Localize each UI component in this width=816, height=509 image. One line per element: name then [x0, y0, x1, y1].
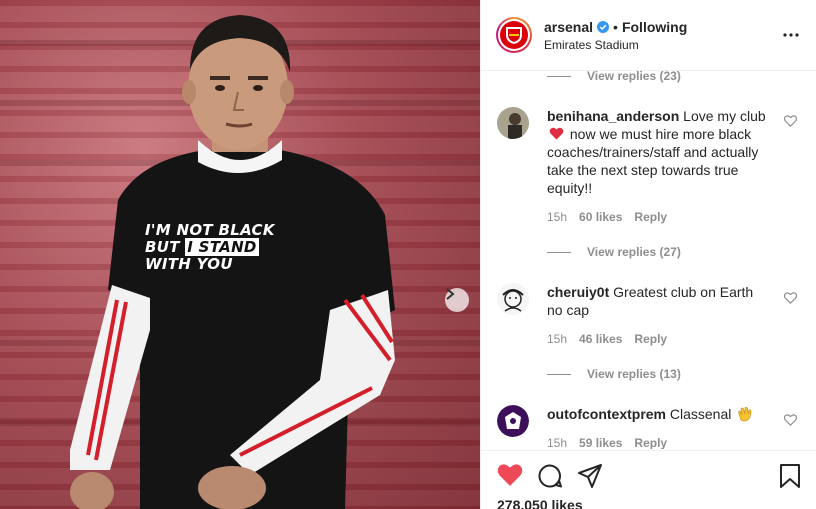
view-replies-button[interactable]: View replies (23) — [547, 71, 681, 83]
comment-username[interactable]: outofcontextprem — [547, 406, 666, 422]
comment-item: cheruiy0t Greatest club on Earth no cap … — [497, 283, 797, 346]
post-photo[interactable]: I'M NOT BLACK BUT I STAND WITH YOU — [0, 0, 480, 509]
slogan-line-2: BUT I STAND — [145, 238, 275, 256]
account-username[interactable]: arsenal — [544, 19, 593, 35]
separator-dot: • — [613, 18, 618, 35]
post-likes-count[interactable]: 278,050 likes — [497, 497, 583, 509]
post-header: arsenal • Following Emirates Stadium — [481, 0, 816, 71]
replies-divider-line — [547, 251, 571, 253]
like-comment-heart-icon[interactable] — [784, 414, 797, 426]
view-replies-label: View replies (23) — [587, 71, 681, 83]
clapping-hands-emoji-icon — [738, 407, 752, 422]
slogan-line-1: I'M NOT BLACK — [145, 221, 275, 239]
slogan-line-3: WITH YOU — [145, 255, 233, 273]
commenter-avatar[interactable] — [497, 405, 529, 437]
location-link[interactable]: Emirates Stadium — [544, 38, 687, 52]
liked-heart-icon[interactable] — [497, 463, 523, 487]
comment-reply-button[interactable]: Reply — [634, 210, 667, 224]
following-button[interactable]: Following — [622, 19, 687, 35]
post-actions-bar: 278,050 likes — [481, 450, 816, 509]
comment-username[interactable]: benihana_anderson — [547, 108, 679, 124]
red-heart-emoji-icon — [549, 127, 564, 140]
account-avatar[interactable] — [496, 17, 532, 53]
comment-meta: 15h 60 likes Reply — [547, 210, 797, 224]
verified-badge-icon — [597, 20, 610, 33]
slogan-i-stand: I STAND — [185, 238, 259, 256]
comment-time[interactable]: 15h — [547, 332, 567, 346]
slogan-but: BUT — [145, 238, 180, 256]
comment-text: cheruiy0t Greatest club on Earth no cap — [547, 283, 767, 319]
header-text: arsenal • Following Emirates Stadium — [544, 19, 687, 52]
like-comment-heart-icon[interactable] — [784, 115, 797, 127]
comment-likes[interactable]: 59 likes — [579, 436, 622, 449]
chevron-right-icon — [446, 288, 455, 300]
view-replies-button[interactable]: View replies (13) — [547, 367, 681, 381]
commenter-avatar[interactable] — [497, 283, 529, 315]
comment-username[interactable]: cheruiy0t — [547, 284, 609, 300]
comment-item: benihana_anderson Love my club now we mu… — [497, 107, 797, 224]
more-options-icon[interactable] — [783, 26, 799, 44]
comment-bubble-icon[interactable] — [537, 463, 563, 489]
view-replies-label: View replies (27) — [587, 245, 681, 259]
shirt-slogan: I'M NOT BLACK BUT I STAND WITH YOU — [145, 222, 275, 273]
arsenal-crest-icon — [500, 21, 528, 49]
comment-likes[interactable]: 60 likes — [579, 210, 622, 224]
comment-time[interactable]: 15h — [547, 436, 567, 449]
comment-text-part2: now we must hire more black coaches/trai… — [547, 126, 759, 196]
comment-likes[interactable]: 46 likes — [579, 332, 622, 346]
comment-reply-button[interactable]: Reply — [634, 436, 667, 449]
carousel-next-button[interactable] — [445, 288, 469, 312]
bookmark-save-icon[interactable] — [779, 463, 801, 489]
comment-time[interactable]: 15h — [547, 210, 567, 224]
replies-divider-line — [547, 75, 571, 77]
replies-divider-line — [547, 373, 571, 375]
comment-text-part1: Love my club — [683, 108, 766, 124]
comment-reply-button[interactable]: Reply — [634, 332, 667, 346]
comments-list: View replies (23) benihana_anderson Love… — [481, 71, 816, 449]
comment-text: benihana_anderson Love my club now we mu… — [547, 107, 767, 197]
comment-text-content: Classenal — [669, 406, 732, 422]
like-comment-heart-icon[interactable] — [784, 292, 797, 304]
view-replies-label: View replies (13) — [587, 367, 681, 381]
comment-text: outofcontextprem Classenal — [547, 405, 767, 423]
comment-meta: 15h 59 likes Reply — [547, 436, 797, 449]
comment-item: outofcontextprem Classenal 15h 59 likes … — [497, 405, 797, 449]
post-side-panel: arsenal • Following Emirates Stadium Vie… — [480, 0, 816, 509]
comment-meta: 15h 46 likes Reply — [547, 332, 797, 346]
commenter-avatar[interactable] — [497, 107, 529, 139]
share-paper-plane-icon[interactable] — [577, 463, 603, 489]
view-replies-button[interactable]: View replies (27) — [547, 245, 681, 259]
